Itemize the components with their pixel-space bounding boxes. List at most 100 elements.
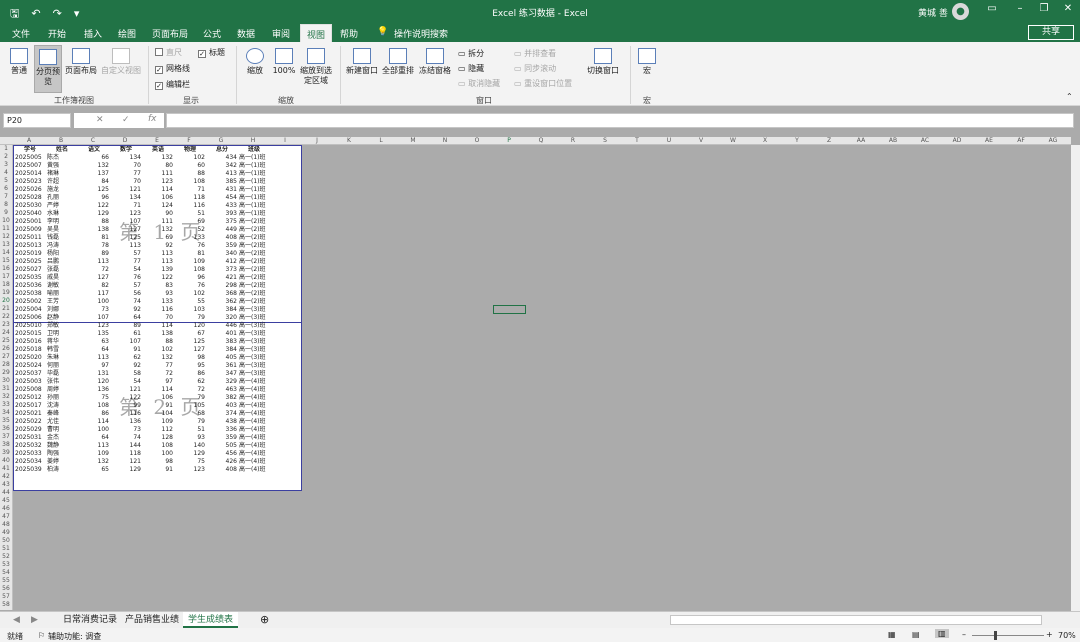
table-cell[interactable]: 446 <box>207 322 237 330</box>
table-cell[interactable]: 孔丽 <box>47 194 77 202</box>
table-cell[interactable]: 401 <box>207 330 237 338</box>
table-cell[interactable]: 高一(3)班 <box>239 330 269 338</box>
table-cell[interactable]: 卫明 <box>47 330 77 338</box>
table-cell[interactable]: 褚琳 <box>47 170 77 178</box>
table-cell[interactable]: 88 <box>175 170 205 178</box>
table-cell[interactable]: 冯涛 <box>47 242 77 250</box>
table-cell[interactable]: 严婷 <box>47 202 77 210</box>
table-cell[interactable]: 物理 <box>175 146 205 154</box>
accessibility-status[interactable]: 辅助功能: 调查 <box>48 631 101 642</box>
table-cell[interactable]: 张磊 <box>47 266 77 274</box>
table-cell[interactable]: 102 <box>175 290 205 298</box>
table-cell[interactable]: 2025010 <box>15 322 45 330</box>
table-cell[interactable]: 曹明 <box>47 426 77 434</box>
table-cell[interactable]: 505 <box>207 442 237 450</box>
table-cell[interactable]: 何丽 <box>47 362 77 370</box>
table-cell[interactable]: 2025007 <box>15 162 45 170</box>
table-cell[interactable]: 120 <box>175 322 205 330</box>
row-header[interactable]: 25 <box>0 337 12 345</box>
row-header[interactable]: 27 <box>0 353 12 361</box>
table-cell[interactable]: 431 <box>207 186 237 194</box>
table-cell[interactable]: 高一(2)班 <box>239 234 269 242</box>
table-cell[interactable]: 毕磊 <box>47 370 77 378</box>
table-cell[interactable]: 89 <box>111 322 141 330</box>
table-cell[interactable]: 433 <box>207 202 237 210</box>
column-header-W[interactable]: W <box>717 137 749 145</box>
row-header[interactable]: 17 <box>0 273 12 281</box>
table-cell[interactable]: 98 <box>143 458 173 466</box>
table-cell[interactable]: 118 <box>175 194 205 202</box>
zoom-slider-thumb[interactable] <box>994 631 997 640</box>
table-cell[interactable]: 孙丽 <box>47 394 77 402</box>
table-cell[interactable]: 65 <box>79 466 109 474</box>
arrange-all-button[interactable]: 全部重排 <box>381 48 415 76</box>
column-header-O[interactable]: O <box>461 137 493 145</box>
table-cell[interactable]: 129 <box>79 210 109 218</box>
table-cell[interactable]: 359 <box>207 242 237 250</box>
table-cell[interactable]: 140 <box>175 442 205 450</box>
table-cell[interactable]: 2025011 <box>15 234 45 242</box>
table-cell[interactable]: 沈涛 <box>47 402 77 410</box>
table-cell[interactable]: 学号 <box>15 146 45 154</box>
table-cell[interactable]: 姓名 <box>47 146 77 154</box>
column-header-AA[interactable]: AA <box>845 137 877 145</box>
row-header[interactable]: 55 <box>0 577 12 585</box>
table-cell[interactable]: 107 <box>111 218 141 226</box>
row-header[interactable]: 56 <box>0 585 12 593</box>
column-header-AE[interactable]: AE <box>973 137 1005 145</box>
formula-input[interactable] <box>166 113 1074 128</box>
table-cell[interactable]: 戚昊 <box>47 274 77 282</box>
table-cell[interactable]: 51 <box>175 210 205 218</box>
table-cell[interactable]: 99 <box>111 402 141 410</box>
sheet-tab-sales[interactable]: 产品销售业绩 <box>120 612 184 628</box>
table-cell[interactable]: 89 <box>79 250 109 258</box>
table-cell[interactable]: 106 <box>143 194 173 202</box>
table-cell[interactable]: 342 <box>207 162 237 170</box>
table-cell[interactable]: 373 <box>207 266 237 274</box>
table-cell[interactable]: 语文 <box>79 146 109 154</box>
table-cell[interactable]: 106 <box>143 394 173 402</box>
row-header[interactable]: 22 <box>0 313 12 321</box>
table-cell[interactable]: 132 <box>143 354 173 362</box>
table-cell[interactable]: 81 <box>175 250 205 258</box>
row-header[interactable]: 49 <box>0 529 12 537</box>
table-cell[interactable]: 钱磊 <box>47 234 77 242</box>
table-cell[interactable]: 2025038 <box>15 290 45 298</box>
table-cell[interactable]: 77 <box>111 258 141 266</box>
table-cell[interactable]: 64 <box>79 434 109 442</box>
table-cell[interactable]: 高一(3)班 <box>239 322 269 330</box>
next-sheet-icon[interactable]: ▶ <box>26 612 43 628</box>
table-cell[interactable]: 123 <box>79 322 109 330</box>
table-cell[interactable]: 57 <box>111 250 141 258</box>
table-cell[interactable]: 123 <box>175 466 205 474</box>
table-cell[interactable]: 姜婷 <box>47 458 77 466</box>
add-sheet-icon[interactable]: ⊕ <box>255 612 274 628</box>
row-header[interactable]: 53 <box>0 561 12 569</box>
tab-data[interactable]: 数据 <box>237 27 255 40</box>
tab-review[interactable]: 审阅 <box>272 27 290 40</box>
tab-view[interactable]: 视图 <box>300 24 333 42</box>
table-cell[interactable]: 96 <box>79 194 109 202</box>
table-cell[interactable]: 91 <box>111 346 141 354</box>
table-cell[interactable]: 408 <box>207 234 237 242</box>
table-cell[interactable]: 78 <box>79 242 109 250</box>
table-cell[interactable]: 55 <box>175 298 205 306</box>
table-cell[interactable]: 66 <box>79 154 109 162</box>
column-header-AC[interactable]: AC <box>909 137 941 145</box>
table-cell[interactable]: 336 <box>207 426 237 434</box>
table-cell[interactable]: 79 <box>175 418 205 426</box>
gridlines-checkbox[interactable]: ✓ 网格线 <box>155 63 190 74</box>
new-window-button[interactable]: 新建窗口 <box>345 48 379 76</box>
minimize-icon[interactable]: – <box>1010 3 1030 14</box>
table-cell[interactable]: 408 <box>207 466 237 474</box>
column-header-AB[interactable]: AB <box>877 137 909 145</box>
tab-home[interactable]: 开始 <box>48 27 66 40</box>
table-cell[interactable]: 周婷 <box>47 386 77 394</box>
synchronous-scrolling-button[interactable]: ▭ 同步滚动 <box>514 63 556 74</box>
table-cell[interactable]: 喻丽 <box>47 290 77 298</box>
table-cell[interactable]: 高一(4)班 <box>239 458 269 466</box>
table-cell[interactable]: 107 <box>111 338 141 346</box>
table-cell[interactable]: 139 <box>143 266 173 274</box>
column-header-AD[interactable]: AD <box>941 137 973 145</box>
table-cell[interactable]: 114 <box>143 322 173 330</box>
